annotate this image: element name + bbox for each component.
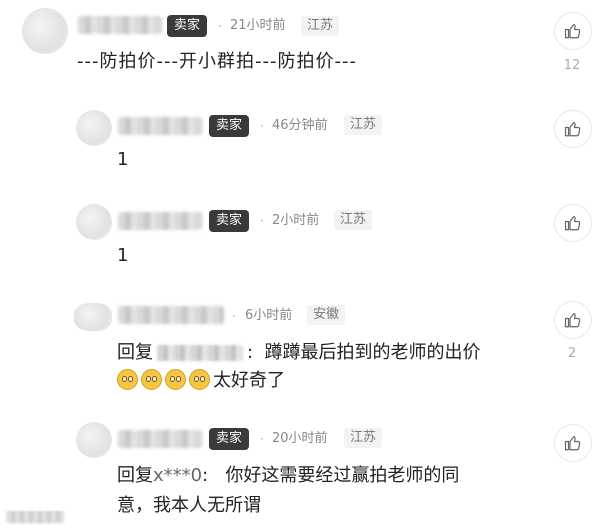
reply-separator: : <box>247 342 254 363</box>
comment-time: 6小时前 <box>245 308 293 323</box>
comment-text: 1 <box>117 149 129 170</box>
separator-dot: · <box>260 119 264 133</box>
pleading-face-emoji <box>165 369 186 390</box>
separator-dot: · <box>260 214 264 228</box>
like-button[interactable] <box>554 12 592 50</box>
avatar[interactable] <box>22 8 68 54</box>
thumbs-up-icon <box>564 24 581 39</box>
reply-text: 你好这需要经过赢拍老师的同 <box>225 465 460 486</box>
comment-time: 20小时前 <box>272 431 328 446</box>
reply-target[interactable]: x***0 <box>153 465 202 486</box>
thumbs-up-icon <box>564 313 581 328</box>
comment-time: 46分钟前 <box>272 118 328 133</box>
like-button[interactable] <box>554 301 592 339</box>
avatar[interactable] <box>76 110 112 146</box>
separator-dot: · <box>218 19 222 33</box>
separator-dot: · <box>260 432 264 446</box>
avatar[interactable] <box>74 303 112 331</box>
like-button[interactable] <box>554 204 592 242</box>
seller-badge: 卖家 <box>209 115 250 137</box>
avatar[interactable] <box>76 204 112 240</box>
username-blurred[interactable] <box>118 212 202 230</box>
like-count: 12 <box>563 58 581 73</box>
reply-prefix: 回复 <box>117 342 153 363</box>
pleading-face-emoji <box>189 369 210 390</box>
location-tag: 江苏 <box>301 16 340 36</box>
comment-text: 1 <box>117 245 129 266</box>
seller-badge: 卖家 <box>209 428 250 450</box>
watermark-blurred <box>6 511 64 523</box>
thumbs-up-icon <box>564 216 581 231</box>
pleading-face-emoji <box>117 369 138 390</box>
location-tag: 江苏 <box>334 210 373 230</box>
username-blurred[interactable] <box>118 117 202 135</box>
thumbs-up-icon <box>564 436 581 451</box>
comment-text-line2: 太好奇了 <box>117 367 285 395</box>
reply-prefix: 回复 <box>117 465 153 486</box>
location-tag: 安徽 <box>307 305 346 325</box>
seller-badge: 卖家 <box>209 210 250 232</box>
username-blurred[interactable] <box>118 430 202 448</box>
reply-text: 蹲蹲最后拍到的老师的出价 <box>264 342 481 363</box>
pleading-face-emoji <box>141 369 162 390</box>
avatar[interactable] <box>76 422 112 458</box>
reply-target-blurred[interactable] <box>157 345 243 361</box>
like-count: 2 <box>567 346 577 361</box>
comment-time: 21小时前 <box>230 18 286 33</box>
comment-time: 2小时前 <box>272 213 320 228</box>
like-button[interactable] <box>554 110 592 148</box>
comment-text-line2: 意，我本人无所谓 <box>117 495 261 516</box>
thumbs-up-icon <box>564 122 581 137</box>
comment-text: ---防拍价---开小群拍---防拍价--- <box>77 51 357 72</box>
username-blurred[interactable] <box>118 306 224 324</box>
location-tag: 江苏 <box>344 428 383 448</box>
seller-badge: 卖家 <box>167 15 208 37</box>
location-tag: 江苏 <box>344 115 383 135</box>
comment-text: 回复: 蹲蹲最后拍到的老师的出价 <box>117 339 481 367</box>
username-blurred[interactable] <box>78 16 162 34</box>
separator-dot: · <box>232 309 236 323</box>
like-button[interactable] <box>554 424 592 462</box>
reply-separator: : <box>202 465 209 486</box>
reply-text-tail: 太好奇了 <box>213 370 285 391</box>
watermark <box>6 510 64 523</box>
comment-text: 回复x***0: 你好这需要经过赢拍老师的同 <box>117 462 459 490</box>
